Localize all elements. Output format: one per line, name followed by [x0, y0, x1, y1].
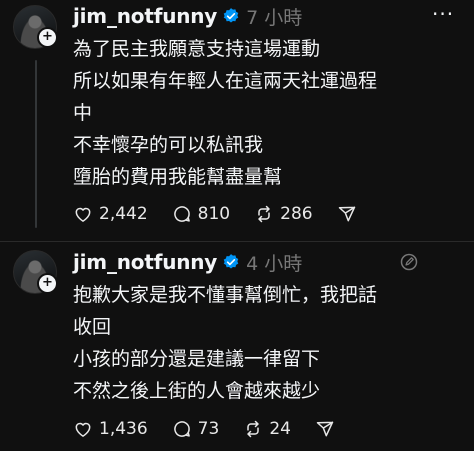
- follow-plus-icon[interactable]: +: [37, 27, 58, 48]
- reply-button[interactable]: 73: [172, 419, 220, 439]
- post-1: + jim_notfunny 7 小時 ··· 為了民主我願意支持這場運動 所以…: [0, 0, 474, 240]
- post-text-line: 所以如果有年輕人在這兩天社運過程: [73, 70, 378, 92]
- post-header: jim_notfunny 7 小時: [73, 2, 302, 30]
- repost-icon: [258, 205, 270, 223]
- post-text-line: 不然之後上街的人會越來越少: [73, 380, 321, 402]
- send-icon: [338, 206, 355, 222]
- reply-count: 810: [197, 204, 231, 224]
- reply-count: 73: [197, 419, 220, 439]
- repost-icon: [247, 420, 260, 438]
- share-button[interactable]: [337, 204, 357, 224]
- post-text-line: 中: [73, 102, 93, 124]
- post-text-line: 墮胎的費用我能幫盡量幫: [73, 166, 283, 188]
- post-text: 為了民主我願意支持這場運動 所以如果有年輕人在這兩天社運過程 中 不幸懷孕的可以…: [73, 33, 463, 193]
- send-icon: [316, 421, 334, 437]
- username[interactable]: jim_notfunny: [73, 4, 217, 28]
- post-text-line: 小孩的部分還是建議一律留下: [73, 348, 321, 370]
- edit-icon[interactable]: [399, 252, 419, 272]
- username[interactable]: jim_notfunny: [73, 250, 217, 274]
- post-text-line: 為了民主我願意支持這場運動: [73, 38, 321, 60]
- thread-line: [35, 60, 37, 228]
- verified-badge-icon: [223, 254, 239, 269]
- post-text-line: 不幸懷孕的可以私訊我: [73, 134, 264, 156]
- timestamp: 4 小時: [246, 252, 303, 275]
- timestamp: 7 小時: [246, 6, 303, 29]
- share-button[interactable]: [315, 419, 335, 439]
- post-2: + jim_notfunny 4 小時 抱歉大家是我不懂事幫倒忙，我把話 收回 …: [0, 242, 474, 451]
- post-text: 抱歉大家是我不懂事幫倒忙，我把話 收回 小孩的部分還是建議一律留下 不然之後上街…: [73, 279, 463, 407]
- like-button[interactable]: 1,436: [73, 419, 148, 439]
- like-count: 2,442: [99, 204, 148, 224]
- verified-badge-icon: [223, 8, 239, 23]
- post-text-line: 抱歉大家是我不懂事幫倒忙，我把話: [73, 284, 378, 306]
- like-count: 1,436: [99, 419, 148, 439]
- reply-button[interactable]: 810: [172, 204, 230, 224]
- heart-icon: [75, 207, 91, 222]
- repost-button[interactable]: 24: [243, 419, 291, 439]
- repost-count: 24: [269, 419, 291, 439]
- comment-icon: [173, 421, 190, 437]
- repost-count: 286: [280, 204, 313, 224]
- repost-button[interactable]: 286: [254, 204, 313, 224]
- more-options-button[interactable]: ···: [432, 2, 454, 26]
- heart-icon: [75, 422, 91, 437]
- like-button[interactable]: 2,442: [73, 204, 148, 224]
- comment-icon: [173, 206, 190, 222]
- action-bar: 2,442 810 286: [73, 204, 381, 224]
- action-bar: 1,436 73 24: [73, 419, 359, 439]
- post-header: jim_notfunny 4 小時: [73, 248, 302, 276]
- follow-plus-icon[interactable]: +: [37, 273, 58, 294]
- post-text-line: 收回: [73, 316, 112, 338]
